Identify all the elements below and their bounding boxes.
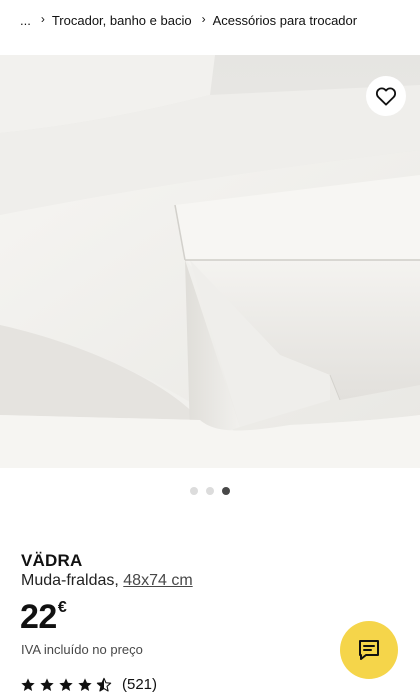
star-icon — [59, 677, 73, 691]
gallery-dot-1[interactable] — [190, 487, 198, 495]
gallery-dot-2[interactable] — [206, 487, 214, 495]
favourite-button[interactable] — [366, 76, 406, 116]
rating-count[interactable]: (521) — [122, 676, 157, 693]
star-icon — [40, 677, 54, 691]
product-price: 22 € — [20, 598, 67, 636]
gallery-dot-3-active[interactable] — [222, 487, 230, 495]
chevron-right-icon: › — [201, 12, 206, 26]
chat-button[interactable] — [340, 621, 398, 679]
chevron-right-icon: › — [40, 12, 45, 26]
product-image[interactable] — [0, 55, 420, 468]
product-rating[interactable]: (521) — [20, 676, 157, 693]
breadcrumb: ... › Trocador, banho e bacio › Acessóri… — [0, 0, 420, 40]
breadcrumb-item-acessorios[interactable]: Acessórios para trocador — [213, 13, 358, 28]
chat-icon — [359, 640, 379, 660]
breadcrumb-ellipsis[interactable]: ... — [20, 13, 31, 28]
heart-icon — [375, 87, 397, 106]
product-size-link[interactable]: 48x74 cm — [123, 572, 192, 589]
price-integer: 22 — [20, 598, 57, 636]
star-half-icon — [96, 677, 112, 692]
breadcrumb-item-trocador[interactable]: Trocador, banho e bacio — [52, 13, 192, 28]
vat-note: IVA incluído no preço — [21, 642, 143, 657]
star-icon — [78, 677, 92, 691]
product-type: Muda-fraldas, — [21, 572, 119, 589]
star-icon — [21, 677, 35, 691]
gallery-pagination — [0, 487, 420, 495]
price-currency: € — [57, 599, 67, 616]
product-name: VÄDRA — [21, 551, 83, 570]
rating-stars — [20, 677, 112, 693]
changing-pad-illustration — [0, 55, 420, 468]
product-description: Muda-fraldas, 48x74 cm — [21, 572, 193, 590]
